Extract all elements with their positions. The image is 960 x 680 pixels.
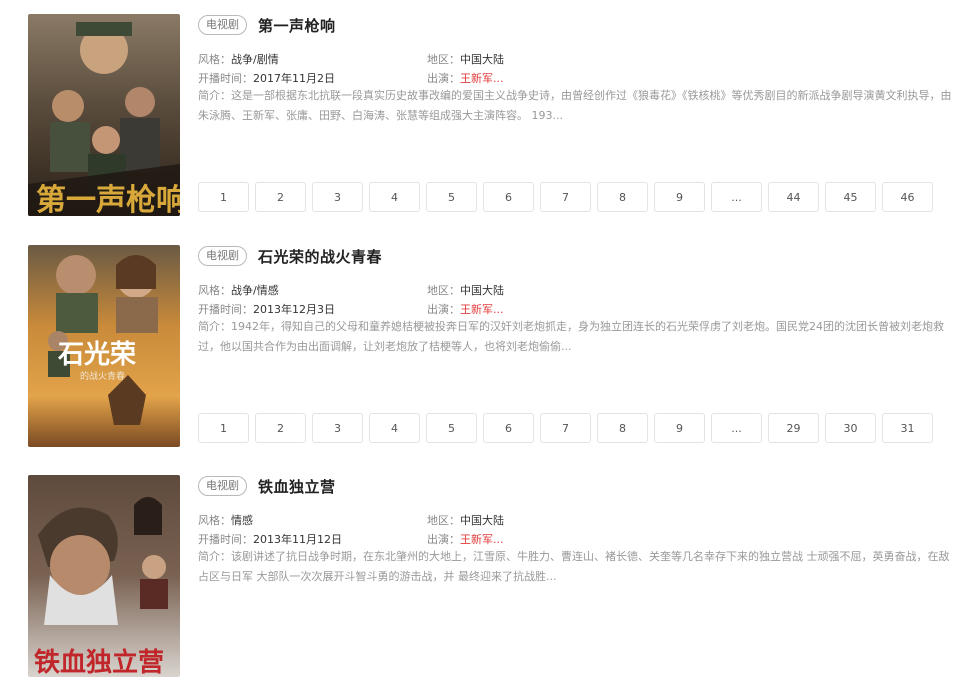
drama-info: 电视剧 第一声枪响 风格：战争/剧情 地区：中国大陆 开播时间：2017年11月…: [198, 14, 954, 219]
summary: 简介：该剧讲述了抗日战争时期，在东北肇州的大地上，江雪原、牛胜力、曹连山、褚长德…: [198, 550, 950, 583]
cast-link[interactable]: 王新军...: [460, 303, 504, 316]
poster-image[interactable]: 石光荣 的战火青春: [28, 245, 180, 447]
drama-item: 石光荣 的战火青春 电视剧 石光荣的战火青春 风格：战争/情感 地区：中国大陆 …: [28, 245, 954, 450]
episode-button[interactable]: 9: [654, 413, 705, 443]
episode-button[interactable]: 31: [882, 413, 933, 443]
summary: 简介：1942年，得知自己的父母和童养媳桔梗被投奔日军的汉奸刘老炮抓走，身为独立…: [198, 320, 944, 353]
summary-text: 该剧讲述了抗日战争时期，在东北肇州的大地上，江雪原、牛胜力、曹连山、褚长德、关奎…: [198, 550, 950, 583]
cast-field: 出演：王新军...: [427, 533, 504, 546]
episode-button[interactable]: 29: [768, 413, 819, 443]
air-date-field: 开播时间：2013年12月3日: [198, 303, 335, 316]
style-field: 风格：战争/剧情: [198, 53, 279, 66]
episode-button[interactable]: 45: [825, 182, 876, 212]
poster-title-text: 铁血独立营: [34, 647, 164, 677]
episode-button[interactable]: 4: [369, 413, 420, 443]
region-field: 地区：中国大陆: [427, 514, 504, 527]
episode-button[interactable]: 5: [426, 413, 477, 443]
episode-button[interactable]: 44: [768, 182, 819, 212]
episode-button[interactable]: 8: [597, 413, 648, 443]
episode-button[interactable]: 3: [312, 413, 363, 443]
air-date-field: 开播时间：2017年11月2日: [198, 72, 335, 85]
style-value: 战争/情感: [231, 284, 279, 297]
summary-text: 这是一部根据东北抗联一段真实历史故事改编的爱国主义战争史诗，由曾经创作过《狼毒花…: [198, 89, 952, 122]
region-field: 地区：中国大陆: [427, 53, 504, 66]
episode-button[interactable]: 3: [312, 182, 363, 212]
category-tag[interactable]: 电视剧: [198, 246, 247, 266]
style-value: 战争/剧情: [231, 53, 279, 66]
poster-title-text: 第一声枪响: [36, 183, 180, 216]
episode-button[interactable]: 7: [540, 413, 591, 443]
episode-button[interactable]: 9: [654, 182, 705, 212]
drama-info: 电视剧 铁血独立营 风格：情感 地区：中国大陆 开播时间：2013年11月12日…: [198, 475, 954, 680]
episode-button[interactable]: 8: [597, 182, 648, 212]
style-field: 风格：情感: [198, 514, 253, 527]
drama-title[interactable]: 铁血独立营: [258, 476, 336, 497]
category-tag[interactable]: 电视剧: [198, 15, 247, 35]
summary-text: 1942年，得知自己的父母和童养媳桔梗被投奔日军的汉奸刘老炮抓走，身为独立团连长…: [198, 320, 944, 353]
episode-button[interactable]: 46: [882, 182, 933, 212]
episode-button[interactable]: 4: [369, 182, 420, 212]
episode-ellipsis-button[interactable]: ...: [711, 413, 762, 443]
drama-item: 第一声枪响 电视剧 第一声枪响 风格：战争/剧情 地区：中国大陆 开播时间：20…: [28, 14, 954, 219]
region-field: 地区：中国大陆: [427, 284, 504, 297]
episode-button[interactable]: 2: [255, 182, 306, 212]
air-date-value: 2017年11月2日: [253, 72, 335, 85]
episode-button[interactable]: 1: [198, 182, 249, 212]
episode-button[interactable]: 6: [483, 413, 534, 443]
episode-button[interactable]: 7: [540, 182, 591, 212]
style-value: 情感: [231, 514, 253, 527]
drama-title[interactable]: 石光荣的战火青春: [258, 246, 382, 267]
summary: 简介：这是一部根据东北抗联一段真实历史故事改编的爱国主义战争史诗，由曾经创作过《…: [198, 89, 952, 122]
cast-field: 出演：王新军...: [427, 303, 504, 316]
episode-button[interactable]: 2: [255, 413, 306, 443]
drama-title[interactable]: 第一声枪响: [258, 15, 336, 36]
poster-subtitle-text: 的战火青春: [80, 370, 125, 382]
poster-image[interactable]: 第一声枪响: [28, 14, 180, 216]
cast-link[interactable]: 王新军...: [460, 72, 504, 85]
air-date-value: 2013年12月3日: [253, 303, 335, 316]
episode-pager: 1 2 3 4 5 6 7 8 9 ... 29 30 31: [198, 413, 933, 443]
episode-pager: 1 2 3 4 5 6 7 8 9 ... 44 45 46: [198, 182, 933, 212]
drama-item: 铁血独立营 电视剧 铁血独立营 风格：情感 地区：中国大陆 开播时间：2013年…: [28, 475, 954, 680]
region-value: 中国大陆: [460, 53, 504, 66]
category-tag[interactable]: 电视剧: [198, 476, 247, 496]
air-date-field: 开播时间：2013年11月12日: [198, 533, 342, 546]
drama-info: 电视剧 石光荣的战火青春 风格：战争/情感 地区：中国大陆 开播时间：2013年…: [198, 245, 954, 450]
episode-button[interactable]: 30: [825, 413, 876, 443]
cast-field: 出演：王新军...: [427, 72, 504, 85]
episode-button[interactable]: 1: [198, 413, 249, 443]
poster-artwork: 铁血独立营: [28, 475, 180, 677]
air-date-value: 2013年11月12日: [253, 533, 342, 546]
poster-artwork: 第一声枪响: [28, 14, 180, 216]
style-field: 风格：战争/情感: [198, 284, 279, 297]
episode-button[interactable]: 6: [483, 182, 534, 212]
cast-link[interactable]: 王新军...: [460, 533, 504, 546]
region-value: 中国大陆: [460, 514, 504, 527]
poster-image[interactable]: 铁血独立营: [28, 475, 180, 677]
episode-ellipsis-button[interactable]: ...: [711, 182, 762, 212]
region-value: 中国大陆: [460, 284, 504, 297]
episode-button[interactable]: 5: [426, 182, 477, 212]
poster-artwork: 石光荣 的战火青春: [28, 245, 180, 447]
poster-title-text: 石光荣: [57, 340, 136, 370]
